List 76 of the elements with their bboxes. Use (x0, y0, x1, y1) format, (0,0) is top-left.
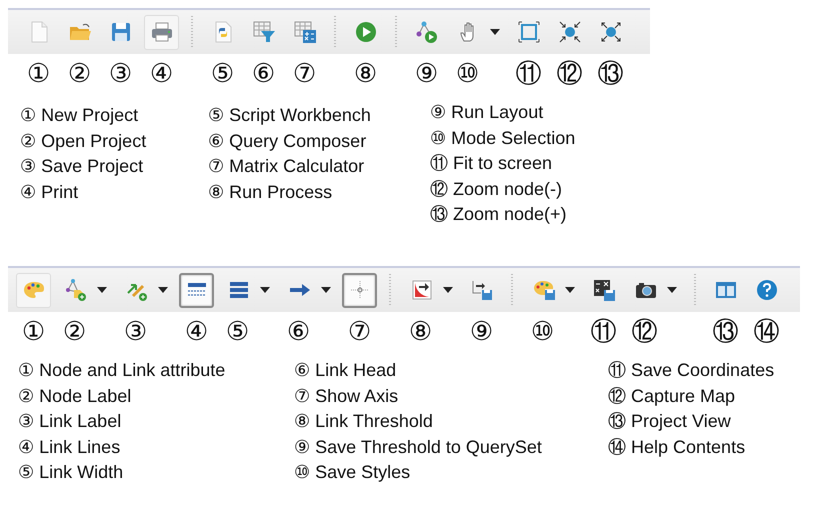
legend-entry: ④ Link Lines (18, 436, 122, 458)
legend-entry: ① New Project (20, 104, 140, 127)
callout-number: ⑪ (590, 317, 618, 347)
legend-entry: ⑭ Help Contents (608, 436, 746, 459)
callout-number: ⑦ (292, 59, 318, 89)
callout-number: ② (66, 59, 92, 89)
legend-entry: ⑥ Query Composer (208, 130, 368, 153)
caret-icon[interactable] (97, 287, 107, 293)
legend-entry: ⑬ Zoom node(+) (430, 203, 568, 226)
callout-number: ⑪ (514, 59, 542, 89)
callout-number: ④ (184, 317, 210, 347)
legend-entry: ⑩ Mode Selection (430, 126, 576, 150)
callout-number: ⑩ (454, 59, 480, 89)
callout-number: ⑩ (530, 317, 556, 347)
callout-number: ① (20, 317, 46, 347)
legend-entry: ⑫ Zoom node(-) (430, 178, 564, 201)
legend-entry: ⑩ Save Styles (294, 461, 412, 484)
legend-entry: ⑤ Script Workbench (208, 104, 372, 127)
legend-entry: ④ Print (20, 180, 80, 204)
caret-icon[interactable] (565, 287, 575, 293)
callout-number: ⑬ (596, 59, 624, 89)
legend-entry: ⑬ Project View (608, 410, 732, 433)
shrink-node-icon (558, 20, 582, 44)
legend-entry: ② Open Project (20, 130, 148, 153)
graph-play-icon (414, 20, 438, 44)
callout-number: ③ (108, 59, 134, 89)
callout-number: ⑨ (414, 59, 440, 89)
calculator-grid-icon (292, 20, 316, 44)
callout-number: ⑥ (250, 59, 276, 89)
legend-entry: ⑧ Run Process (208, 180, 334, 204)
node-plus-icon (64, 278, 88, 302)
legend-entry: ⑨ Run Layout (430, 101, 544, 124)
help-icon (754, 278, 778, 302)
caret-icon[interactable] (321, 287, 331, 293)
callout-number: ⑦ (346, 317, 372, 347)
legend-entry: ⑪ Fit to screen (430, 152, 554, 175)
square-frame-icon (516, 20, 540, 44)
expand-node-icon (598, 20, 622, 44)
legend-entry: ⑤ Link Width (18, 461, 124, 484)
legend-entry: ⑪ Save Coordinates (608, 359, 774, 382)
legend-entry: ⑫ Capture Map (608, 384, 736, 408)
caret-icon[interactable] (490, 29, 500, 35)
legend-entry: ⑥ Link Head (294, 359, 398, 382)
caret-icon[interactable] (158, 287, 168, 293)
callout-number: ① (26, 59, 52, 89)
table-filter-icon (252, 20, 276, 44)
callout-number: ④ (148, 59, 174, 89)
caret-icon[interactable] (443, 287, 453, 293)
callout-number: ③ (122, 317, 148, 347)
callout-number: ⑤ (210, 59, 236, 89)
callout-number: ⑧ (408, 317, 434, 347)
save-chart-icon (470, 278, 494, 302)
callout-number: ⑬ (712, 317, 740, 347)
callout-number: ⑭ (752, 317, 780, 347)
callout-number: ② (62, 317, 88, 347)
legend-entry: ⑦ Matrix Calculator (208, 155, 366, 178)
palette-save-icon (532, 278, 556, 302)
callout-number: ⑧ (352, 59, 378, 89)
coordinates-save-icon (592, 278, 616, 302)
legend-entry: ⑨ Save Threshold to QuerySet (294, 436, 543, 459)
legend-entry: ③ Link Label (18, 410, 122, 433)
callout-number: ⑥ (286, 317, 312, 347)
legend-entry: ⑦ Show Axis (294, 384, 400, 408)
callout-number: ⑫ (556, 59, 584, 89)
printer-icon (150, 20, 174, 44)
caret-icon[interactable] (260, 287, 270, 293)
legend-entry: ⑧ Link Threshold (294, 410, 434, 433)
callout-number: ⑤ (224, 317, 250, 347)
callout-number: ⑨ (468, 317, 494, 347)
legend-entry: ① Node and Link attribute (18, 359, 226, 382)
caret-icon[interactable] (667, 287, 677, 293)
legend-entry: ③ Save Project (20, 155, 144, 178)
play-icon (354, 20, 378, 44)
callout-number: ⑫ (630, 317, 658, 347)
toolbar-button[interactable] (179, 272, 214, 308)
legend-entry: ② Node Label (18, 384, 132, 408)
